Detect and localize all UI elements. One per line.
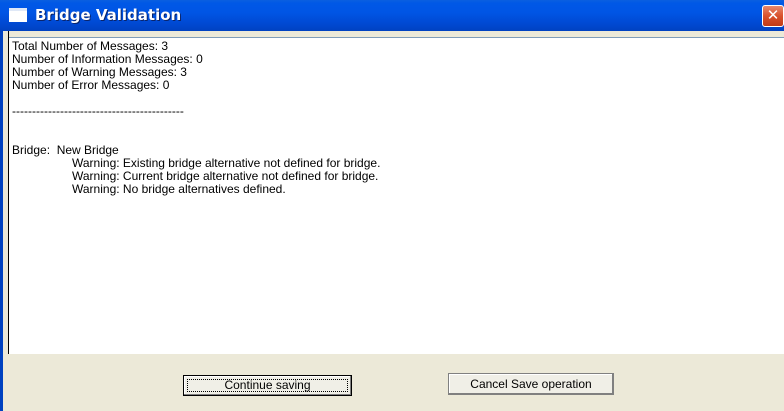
focus-ring (187, 379, 348, 392)
validation-message-area[interactable]: Total Number of Messages: 3 Number of Inf… (9, 37, 784, 354)
cancel-save-button[interactable]: Cancel Save operation (448, 373, 614, 395)
bridge-validation-dialog: Bridge Validation ✕ Total Number of Mess… (0, 0, 784, 411)
continue-saving-button[interactable]: Continue saving (183, 375, 352, 396)
separator-line: ----------------------------------------… (12, 104, 184, 118)
warning-line: Warning: No bridge alternatives defined. (72, 182, 286, 196)
cancel-save-label: Cancel Save operation (470, 377, 592, 391)
error-messages-line: Number of Error Messages: 0 (12, 78, 170, 92)
window-icon (9, 8, 27, 22)
window-frame-left (0, 31, 3, 411)
title-bar[interactable]: Bridge Validation ✕ (0, 0, 784, 31)
close-button[interactable]: ✕ (762, 5, 784, 27)
window-title: Bridge Validation (35, 6, 182, 24)
button-bar: Continue saving Cancel Save operation (9, 354, 784, 411)
